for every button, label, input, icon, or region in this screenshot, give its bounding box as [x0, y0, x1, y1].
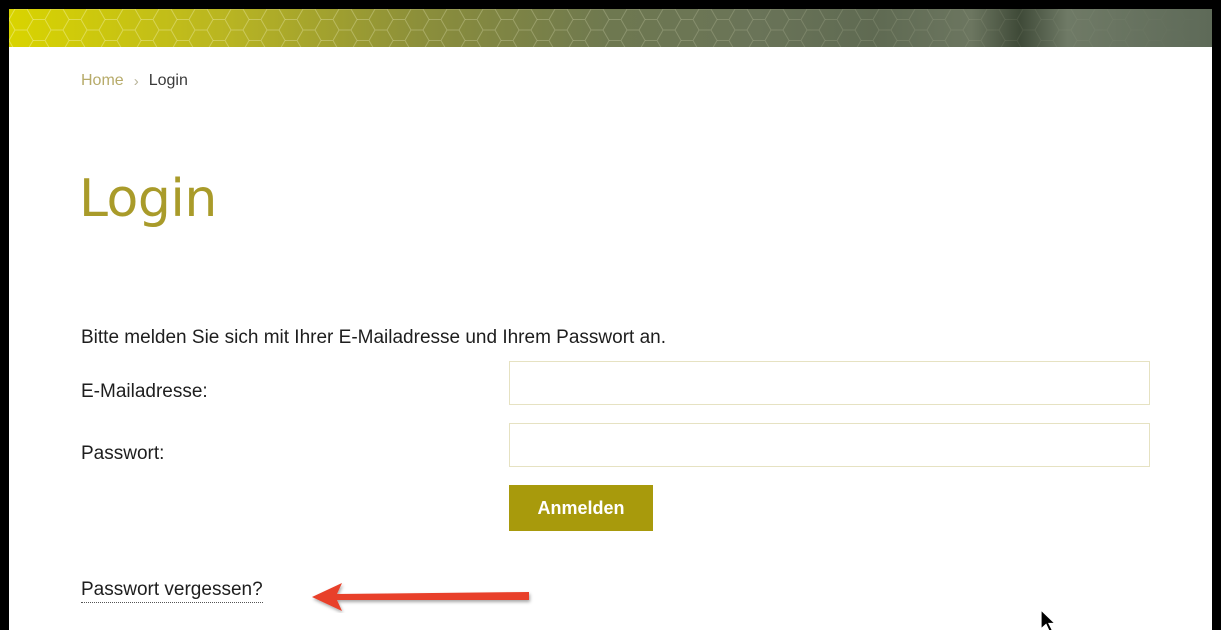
header-banner	[9, 9, 1212, 47]
page-title: Login	[79, 169, 217, 229]
email-field[interactable]	[509, 361, 1150, 405]
mouse-cursor-icon	[1040, 609, 1057, 630]
login-instructions: Bitte melden Sie sich mit Ihrer E-Mailad…	[81, 327, 667, 348]
breadcrumb-home-link[interactable]: Home	[81, 72, 124, 90]
browser-viewport: Home › Login Login Bitte melden Sie sich…	[0, 0, 1221, 630]
forgot-password-link[interactable]: Passwort vergessen?	[81, 579, 263, 603]
breadcrumb: Home › Login	[81, 72, 188, 90]
honeycomb-pattern-icon	[9, 9, 1212, 47]
password-field[interactable]	[509, 423, 1150, 467]
red-arrow-left-icon	[312, 583, 529, 611]
breadcrumb-current: Login	[148, 72, 188, 89]
password-label: Passwort:	[81, 443, 165, 464]
login-button[interactable]: Anmelden	[509, 485, 653, 531]
breadcrumb-separator-icon: ›	[133, 72, 139, 90]
email-label: E-Mailadresse:	[81, 381, 208, 402]
